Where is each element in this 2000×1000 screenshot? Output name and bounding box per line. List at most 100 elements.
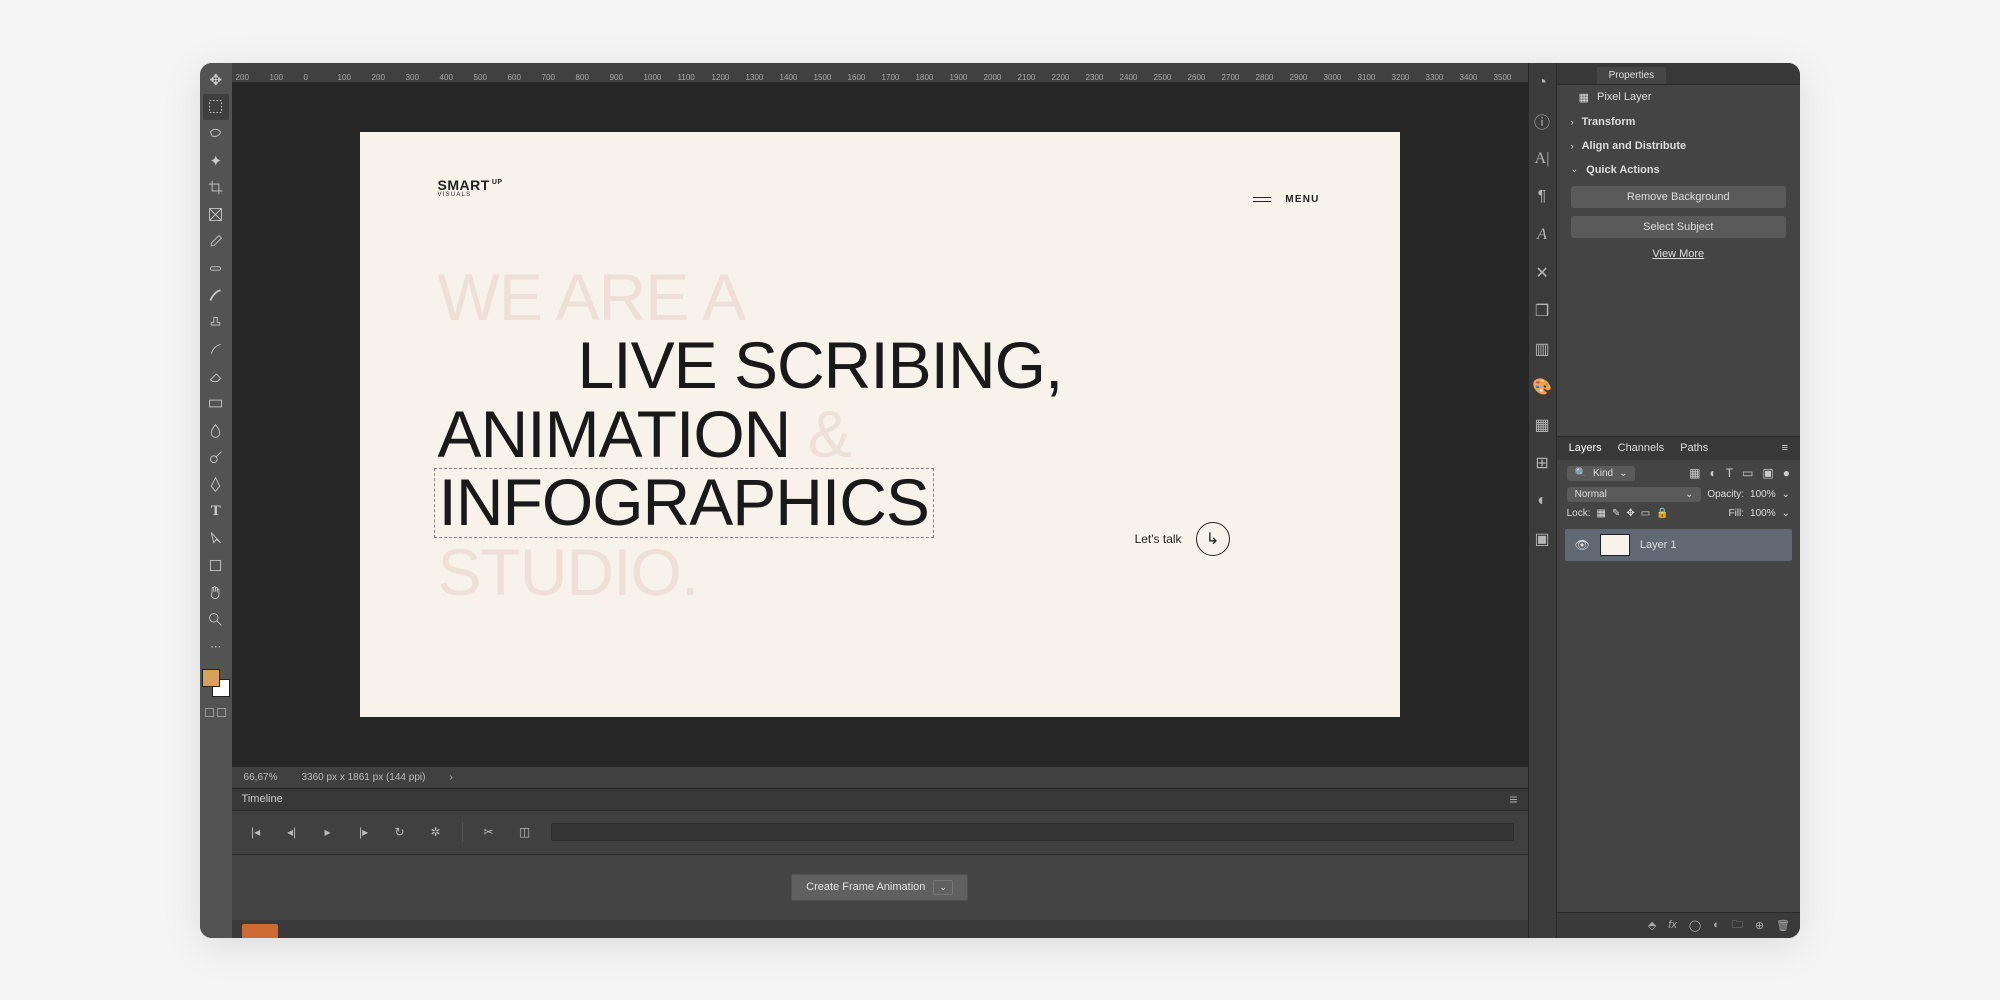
link-layers-icon[interactable]: ⬘ — [1648, 919, 1656, 932]
move-tool-icon[interactable]: ✥ — [203, 67, 229, 93]
group-icon[interactable]: 🗀 — [1732, 916, 1743, 935]
right-panel: Properties ▦ Pixel Layer ›Transform ›Ali… — [1557, 63, 1800, 938]
tools-panel-icon[interactable]: ✕ — [1532, 263, 1552, 283]
color-swatch[interactable] — [202, 669, 230, 697]
lock-artboard-icon[interactable]: ▭ — [1641, 508, 1650, 519]
fill-value[interactable]: 100% — [1750, 508, 1776, 519]
swatches-panel-icon[interactable]: 🎨 — [1532, 377, 1552, 397]
grid-panel-icon[interactable]: ⊞ — [1532, 453, 1552, 473]
adjustment-icon[interactable]: ◐ — [1713, 919, 1720, 931]
text-tool-icon[interactable]: T — [203, 499, 229, 525]
path-select-icon[interactable] — [203, 526, 229, 552]
cta-text: Let's talk — [1135, 532, 1182, 546]
loop-icon[interactable]: ↻ — [390, 825, 410, 839]
timeline-track[interactable] — [551, 823, 1514, 841]
lasso-tool-icon[interactable] — [203, 121, 229, 147]
hand-tool-icon[interactable] — [203, 580, 229, 606]
healing-tool-icon[interactable] — [203, 256, 229, 282]
chevron-down-icon[interactable]: ⌄ — [1782, 489, 1790, 500]
wand-tool-icon[interactable]: ✦ — [203, 148, 229, 174]
layer-row[interactable]: 👁 Layer 1 — [1565, 529, 1792, 561]
first-frame-icon[interactable]: |◂ — [246, 825, 266, 839]
layers-panel-header: Layers Channels Paths ≡ — [1557, 436, 1800, 460]
filter-pixel-icon[interactable]: ▦ — [1689, 466, 1700, 480]
pen-tool-icon[interactable] — [203, 472, 229, 498]
glyphs-panel-icon[interactable]: A — [1532, 225, 1552, 245]
transition-icon[interactable]: ◫ — [515, 825, 535, 839]
stamp-tool-icon[interactable] — [203, 310, 229, 336]
tab-layers[interactable]: Layers — [1569, 442, 1602, 454]
panel-menu-icon[interactable]: ≡ — [1509, 791, 1517, 807]
filter-smart-icon[interactable]: ▣ — [1762, 466, 1773, 480]
burger-icon — [1253, 197, 1271, 202]
eraser-tool-icon[interactable] — [203, 364, 229, 390]
patterns-panel-icon[interactable]: ▦ — [1532, 415, 1552, 435]
canvas-viewport[interactable]: SMARTUP VISUALS MENU WE ARE A LIVE SCRIB… — [232, 83, 1528, 766]
left-toolbar: ✥ ✦ T ⋯ — [200, 63, 232, 938]
settings-icon[interactable]: ✲ — [426, 825, 446, 839]
zoom-tool-icon[interactable] — [203, 607, 229, 633]
chevron-down-icon[interactable]: ⌄ — [1782, 508, 1790, 519]
next-frame-icon[interactable]: |▸ — [354, 825, 374, 839]
delete-icon[interactable]: 🗑 — [1776, 919, 1790, 932]
blend-mode-select[interactable]: Normal⌄ — [1567, 487, 1702, 502]
filter-type-icon[interactable]: T — [1726, 466, 1733, 480]
3d-panel-icon[interactable]: ❒ — [1532, 301, 1552, 321]
transform-section[interactable]: ›Transform — [1557, 110, 1800, 134]
marquee-tool-icon[interactable] — [203, 94, 229, 120]
tab-channels[interactable]: Channels — [1618, 442, 1664, 454]
lock-brush-icon[interactable]: ✎ — [1612, 508, 1620, 519]
info-panel-icon[interactable]: ⓘ — [1532, 111, 1552, 131]
scissors-icon[interactable]: ✂ — [479, 825, 499, 839]
paragraph-panel-icon[interactable]: ¶ — [1532, 187, 1552, 207]
screen-mode-icon[interactable] — [205, 708, 226, 717]
align-section[interactable]: ›Align and Distribute — [1557, 134, 1800, 158]
panel-menu-icon[interactable]: ≡ — [1782, 442, 1788, 454]
select-subject-button[interactable]: Select Subject — [1571, 216, 1786, 238]
layer-name[interactable]: Layer 1 — [1640, 539, 1677, 551]
hero-line4-selection: INFOGRAPHICS — [434, 468, 934, 537]
timeline-footer — [232, 920, 1528, 938]
toolbar-more-icon[interactable]: ⋯ — [203, 634, 229, 660]
timeline-title[interactable]: Timeline — [242, 793, 283, 805]
lock-position-icon[interactable]: ✥ — [1626, 508, 1634, 519]
opacity-value[interactable]: 100% — [1750, 489, 1776, 500]
libraries-panel-icon[interactable]: ▣ — [1532, 529, 1552, 549]
brush-tool-icon[interactable] — [203, 283, 229, 309]
quick-actions-section[interactable]: ⌄Quick Actions — [1557, 158, 1800, 182]
tab-paths[interactable]: Paths — [1680, 442, 1708, 454]
filter-shape-icon[interactable]: ▭ — [1742, 466, 1753, 480]
status-chevron-icon[interactable]: › — [449, 772, 452, 783]
chevron-down-icon[interactable]: ⌄ — [933, 880, 953, 895]
view-more-link[interactable]: View More — [1557, 242, 1800, 266]
remove-background-button[interactable]: Remove Background — [1571, 186, 1786, 208]
zoom-level[interactable]: 66,67% — [244, 772, 278, 783]
shape-tool-icon[interactable] — [203, 553, 229, 579]
adjustments-panel-icon[interactable]: ◐ — [1532, 491, 1552, 511]
play-icon[interactable]: ▸ — [318, 825, 338, 839]
gradient-panel-icon[interactable]: ▥ — [1532, 339, 1552, 359]
character-panel-icon[interactable]: A| — [1532, 149, 1552, 169]
fx-icon[interactable]: fx — [1668, 919, 1677, 931]
blur-tool-icon[interactable] — [203, 418, 229, 444]
properties-tab[interactable]: Properties — [1597, 67, 1667, 84]
lock-all-icon[interactable]: 🔒 — [1656, 508, 1668, 519]
eyedropper-tool-icon[interactable] — [203, 229, 229, 255]
lock-pixel-icon[interactable]: ▦ — [1597, 508, 1606, 519]
layer-thumbnail[interactable] — [1600, 534, 1630, 556]
gradient-tool-icon[interactable] — [203, 391, 229, 417]
dodge-tool-icon[interactable] — [203, 445, 229, 471]
mask-icon[interactable]: ◯ — [1689, 919, 1701, 932]
logo-main: SMART — [438, 177, 490, 193]
history-panel-icon[interactable]: ◔ — [1532, 73, 1552, 93]
history-brush-icon[interactable] — [203, 337, 229, 363]
filter-toggle-icon[interactable]: ● — [1783, 466, 1790, 480]
prev-frame-icon[interactable]: ◂| — [282, 825, 302, 839]
new-layer-icon[interactable]: ⊕ — [1755, 919, 1764, 932]
visibility-icon[interactable]: 👁 — [1575, 538, 1590, 552]
create-frame-animation-button[interactable]: Create Frame Animation ⌄ — [791, 874, 968, 901]
filter-kind-select[interactable]: 🔍 Kind ⌄ — [1567, 466, 1636, 481]
frame-tool-icon[interactable] — [203, 202, 229, 228]
filter-adjust-icon[interactable]: ◐ — [1709, 466, 1716, 480]
crop-tool-icon[interactable] — [203, 175, 229, 201]
